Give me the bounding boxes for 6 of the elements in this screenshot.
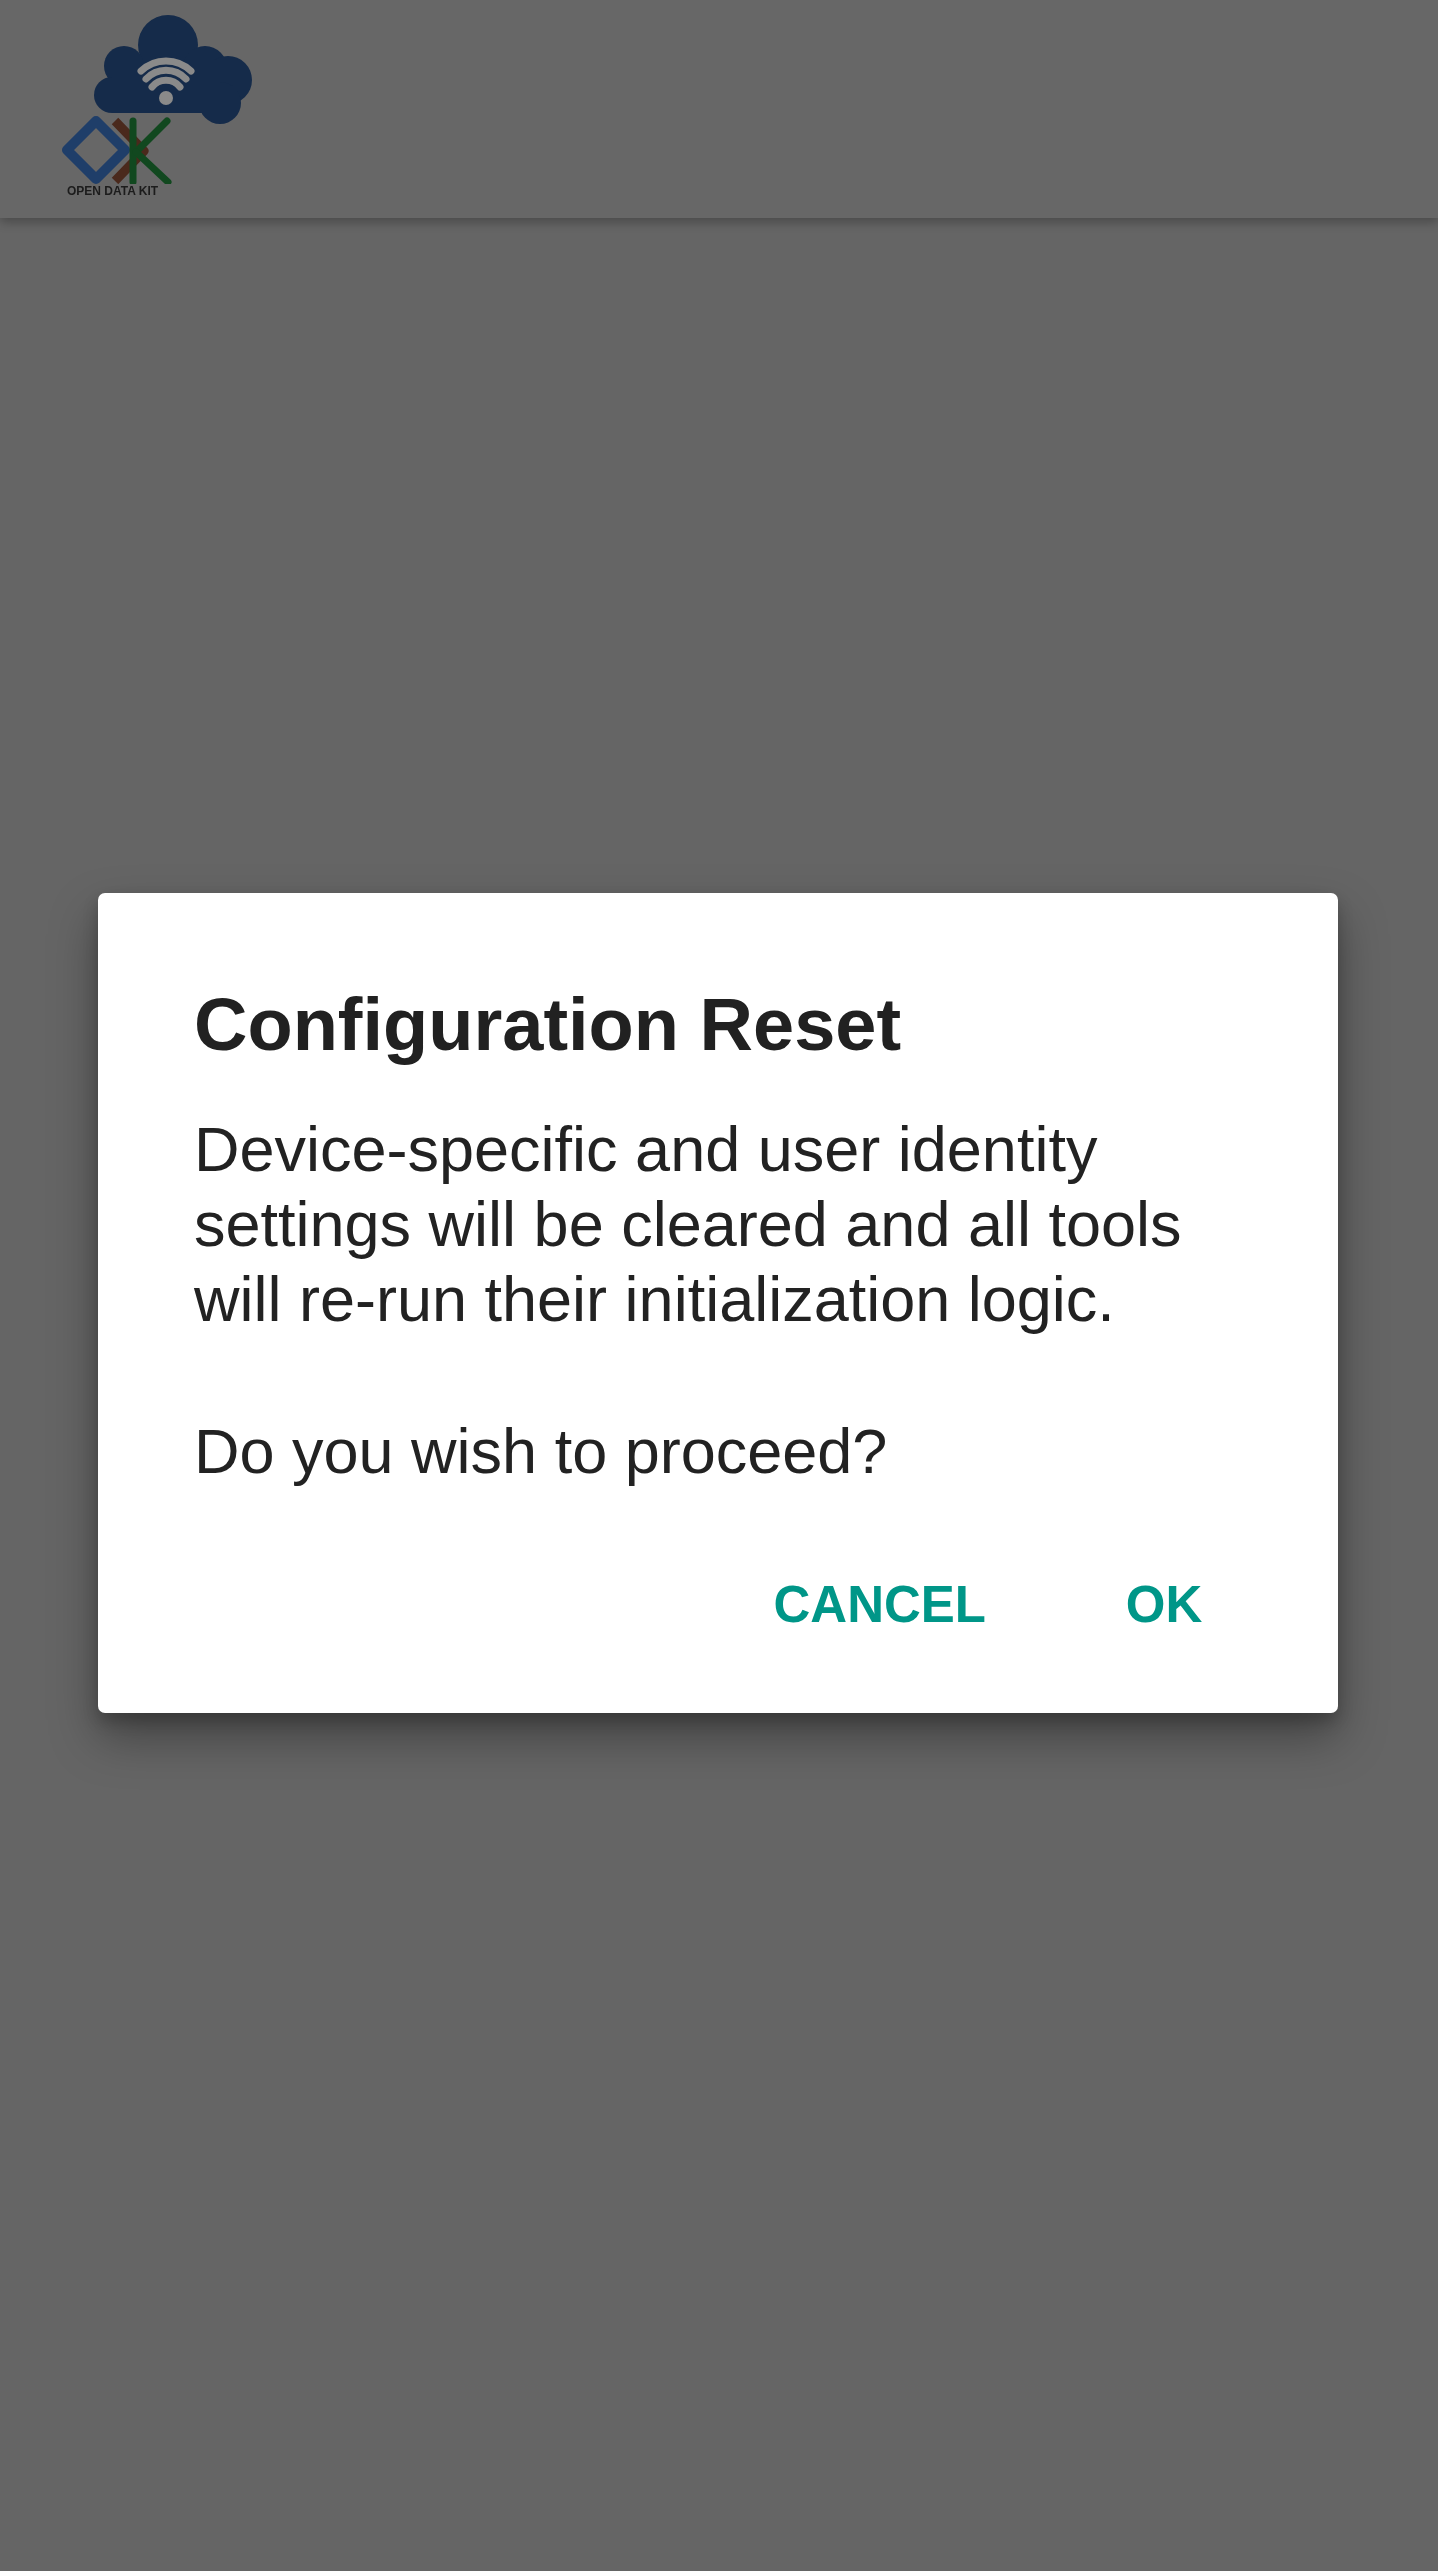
logo-text: OPEN DATA KIT [67,184,159,198]
dialog-message: Device-specific and user identity settings will be cleared and all tools will re-run their initialization logic. [194,1113,1183,1336]
dialog-button[interactable]: CANCEL [745,1541,1014,1667]
dialog-button[interactable]: OK [1052,1541,1276,1667]
dialog-title: Configuration Reset [194,982,903,1068]
dialog-message: Do you wish to proceed? [194,1415,889,1488]
